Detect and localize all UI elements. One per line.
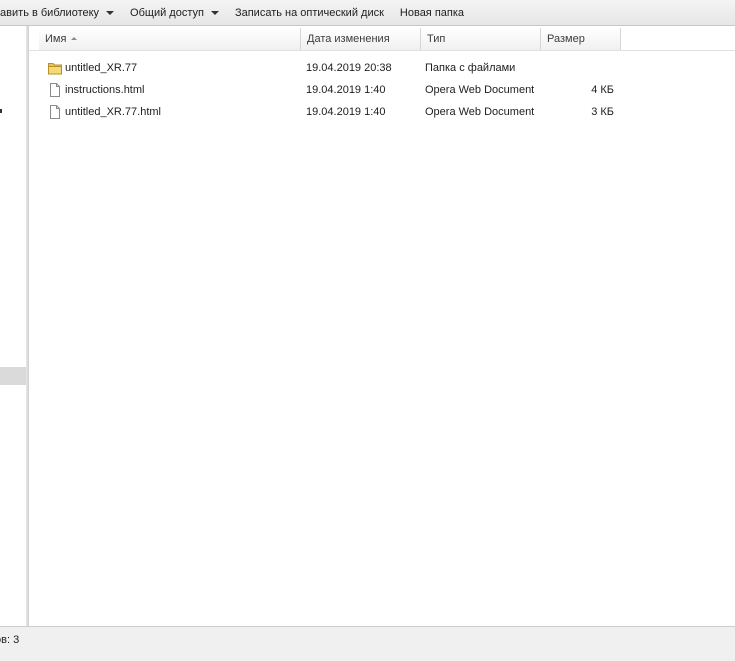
file-size: 4 КБ bbox=[591, 84, 614, 96]
column-date-label: Дата изменения bbox=[307, 33, 390, 45]
file-name: untitled_XR.77.html bbox=[65, 106, 161, 118]
new-folder-label: Новая папка bbox=[399, 6, 465, 19]
sort-ascending-icon bbox=[71, 37, 78, 40]
folder-icon bbox=[47, 60, 63, 76]
column-header-date[interactable]: Дата изменения bbox=[301, 28, 421, 50]
file-name: untitled_XR.77 bbox=[65, 62, 138, 74]
column-header-type[interactable]: Тип bbox=[421, 28, 541, 50]
file-row-untitled-html[interactable]: untitled_XR.77.html 19.04.2019 1:40 Oper… bbox=[39, 101, 621, 123]
command-bar: бавить в библиотеку Общий доступ Записат… bbox=[0, 0, 735, 26]
share-label: Общий доступ bbox=[130, 6, 204, 19]
file-row-instructions[interactable]: instructions.html 19.04.2019 1:40 Opera … bbox=[39, 79, 621, 101]
file-name: instructions.html bbox=[65, 84, 145, 96]
burn-label: Записать на оптический диск bbox=[234, 6, 384, 19]
item-count-text: ов: 3 bbox=[0, 634, 20, 646]
chevron-down-icon bbox=[106, 10, 115, 15]
chevron-down-icon bbox=[210, 10, 219, 15]
file-list[interactable]: Имя Дата изменения Тип Размер untitled_X… bbox=[29, 26, 735, 626]
file-type: Opera Web Document bbox=[425, 106, 535, 118]
html-file-icon bbox=[47, 82, 63, 98]
status-bar: ов: 3 bbox=[0, 626, 735, 661]
file-date: 19.04.2019 1:40 bbox=[306, 84, 386, 96]
navigation-pane[interactable] bbox=[0, 26, 26, 626]
html-file-icon bbox=[47, 104, 63, 120]
column-header-size[interactable]: Размер bbox=[541, 28, 621, 50]
column-name-label: Имя bbox=[45, 33, 67, 45]
column-header-bar: Имя Дата изменения Тип Размер bbox=[29, 28, 735, 51]
add-to-library-button[interactable]: бавить в библиотеку bbox=[0, 0, 122, 25]
file-size: 3 КБ bbox=[591, 106, 614, 118]
column-type-label: Тип bbox=[427, 33, 446, 45]
file-date: 19.04.2019 20:38 bbox=[306, 62, 392, 74]
column-header-name[interactable]: Имя bbox=[39, 28, 301, 50]
add-to-library-label: бавить в библиотеку bbox=[0, 6, 100, 19]
share-button[interactable]: Общий доступ bbox=[122, 0, 227, 25]
column-size-label: Размер bbox=[547, 33, 585, 45]
file-type: Opera Web Document bbox=[425, 84, 535, 96]
file-type: Папка с файлами bbox=[425, 62, 516, 74]
new-folder-button[interactable]: Новая папка bbox=[392, 0, 472, 25]
nav-item-fragment bbox=[0, 109, 2, 113]
file-date: 19.04.2019 1:40 bbox=[306, 106, 386, 118]
file-row-folder[interactable]: untitled_XR.77 19.04.2019 20:38 Папка с … bbox=[39, 57, 621, 79]
burn-button[interactable]: Записать на оптический диск bbox=[227, 0, 392, 25]
nav-item-selected[interactable] bbox=[0, 367, 26, 385]
